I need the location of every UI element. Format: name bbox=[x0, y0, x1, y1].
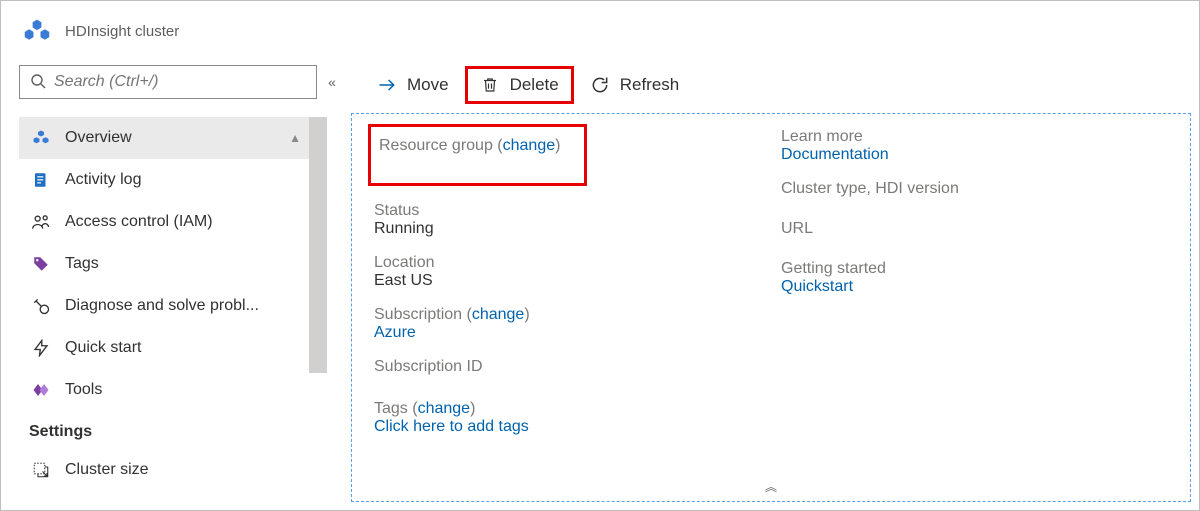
main-area: « Overview ▲ Activity log bbox=[1, 61, 1199, 510]
hdinsight-logo-icon bbox=[23, 17, 51, 45]
sidebar-item-overview[interactable]: Overview ▲ bbox=[19, 117, 309, 159]
sidebar-item-access-control[interactable]: Access control (IAM) bbox=[19, 201, 309, 243]
cluster-type-label: Cluster type, HDI version bbox=[781, 180, 1168, 198]
subscription-label: Subscription bbox=[374, 306, 462, 323]
refresh-icon bbox=[590, 75, 610, 95]
subscription-value-link[interactable]: Azure bbox=[374, 324, 761, 342]
nav-label: Cluster size bbox=[65, 461, 149, 479]
subscription-change-link[interactable]: change bbox=[472, 306, 525, 323]
nav-label: Activity log bbox=[65, 171, 141, 189]
refresh-button[interactable]: Refresh bbox=[578, 66, 692, 104]
sidebar-item-activity-log[interactable]: Activity log bbox=[19, 159, 309, 201]
nav-label: Access control (IAM) bbox=[65, 213, 213, 231]
status-value: Running bbox=[374, 220, 761, 238]
sidebar-item-quick-start[interactable]: Quick start bbox=[19, 327, 309, 369]
arrow-right-icon bbox=[377, 75, 397, 95]
delete-button[interactable]: Delete bbox=[465, 66, 574, 104]
nav-label: Overview bbox=[65, 129, 132, 147]
sidebar-item-diagnose[interactable]: Diagnose and solve probl... bbox=[19, 285, 309, 327]
quick-start-icon bbox=[29, 336, 53, 360]
url-field: URL bbox=[781, 220, 1168, 238]
documentation-link[interactable]: Documentation bbox=[781, 146, 1168, 164]
sidebar: « Overview ▲ Activity log bbox=[1, 61, 347, 510]
nav-label: Diagnose and solve probl... bbox=[65, 297, 259, 315]
cluster-size-icon bbox=[29, 458, 53, 482]
collapse-sidebar-button[interactable]: « bbox=[317, 74, 347, 90]
quickstart-link[interactable]: Quickstart bbox=[781, 278, 1168, 296]
getting-started-field: Getting started Quickstart bbox=[781, 260, 1168, 296]
subscription-id-field: Subscription ID bbox=[374, 358, 761, 376]
tags-label: Tags bbox=[374, 400, 408, 417]
delete-label: Delete bbox=[510, 75, 559, 95]
url-label: URL bbox=[781, 220, 1168, 238]
subscription-id-label: Subscription ID bbox=[374, 358, 761, 376]
resource-group-change-link[interactable]: change bbox=[503, 137, 556, 154]
resource-group-label: Resource group bbox=[379, 137, 493, 154]
learn-more-label: Learn more bbox=[781, 128, 1168, 146]
status-field: Status Running bbox=[374, 202, 761, 238]
tools-icon bbox=[29, 378, 53, 402]
cluster-type-field: Cluster type, HDI version bbox=[781, 180, 1168, 198]
overview-icon bbox=[29, 126, 53, 150]
search-box[interactable] bbox=[19, 65, 317, 99]
sidebar-scrollbar[interactable] bbox=[309, 117, 327, 373]
subscription-field: Subscription (change) Azure bbox=[374, 306, 761, 342]
status-label: Status bbox=[374, 202, 761, 220]
learn-more-field: Learn more Documentation bbox=[781, 128, 1168, 164]
nav-list: Overview ▲ Activity log Access control (… bbox=[19, 117, 347, 411]
location-label: Location bbox=[374, 254, 761, 272]
details-panel: Resource group (change) Status Running L… bbox=[351, 113, 1191, 502]
settings-list: Cluster size bbox=[19, 449, 347, 491]
location-field: Location East US bbox=[374, 254, 761, 290]
diagnose-icon bbox=[29, 294, 53, 318]
move-button[interactable]: Move bbox=[365, 66, 461, 104]
tags-icon bbox=[29, 252, 53, 276]
resource-group-field: Resource group (change) bbox=[374, 128, 761, 186]
access-control-icon bbox=[29, 210, 53, 234]
chevron-up-icon: ▲ bbox=[289, 131, 301, 145]
page-title: HDInsight cluster bbox=[65, 23, 179, 40]
move-label: Move bbox=[407, 75, 449, 95]
search-input[interactable] bbox=[54, 73, 306, 91]
toolbar: Move Delete Refresh bbox=[347, 61, 1199, 109]
content-pane: Move Delete Refresh bbox=[347, 61, 1199, 510]
search-icon bbox=[30, 73, 46, 92]
search-row: « bbox=[19, 65, 347, 99]
sidebar-item-tags[interactable]: Tags bbox=[19, 243, 309, 285]
nav-label: Quick start bbox=[65, 339, 141, 357]
nav-label: Tags bbox=[65, 255, 99, 273]
sidebar-item-cluster-size[interactable]: Cluster size bbox=[19, 449, 309, 491]
getting-started-label: Getting started bbox=[781, 260, 1168, 278]
trash-icon bbox=[480, 75, 500, 95]
collapse-panel-button[interactable]: ︽ bbox=[765, 478, 777, 495]
tags-field: Tags (change) Click here to add tags bbox=[374, 400, 1168, 436]
page-header: HDInsight cluster bbox=[1, 1, 1199, 61]
nav-label: Tools bbox=[65, 381, 102, 399]
location-value: East US bbox=[374, 272, 761, 290]
sidebar-item-tools[interactable]: Tools bbox=[19, 369, 309, 411]
add-tags-link[interactable]: Click here to add tags bbox=[374, 418, 1168, 436]
settings-section-header: Settings bbox=[19, 411, 347, 449]
refresh-label: Refresh bbox=[620, 75, 680, 95]
tags-change-link[interactable]: change bbox=[418, 400, 471, 417]
activity-log-icon bbox=[29, 168, 53, 192]
